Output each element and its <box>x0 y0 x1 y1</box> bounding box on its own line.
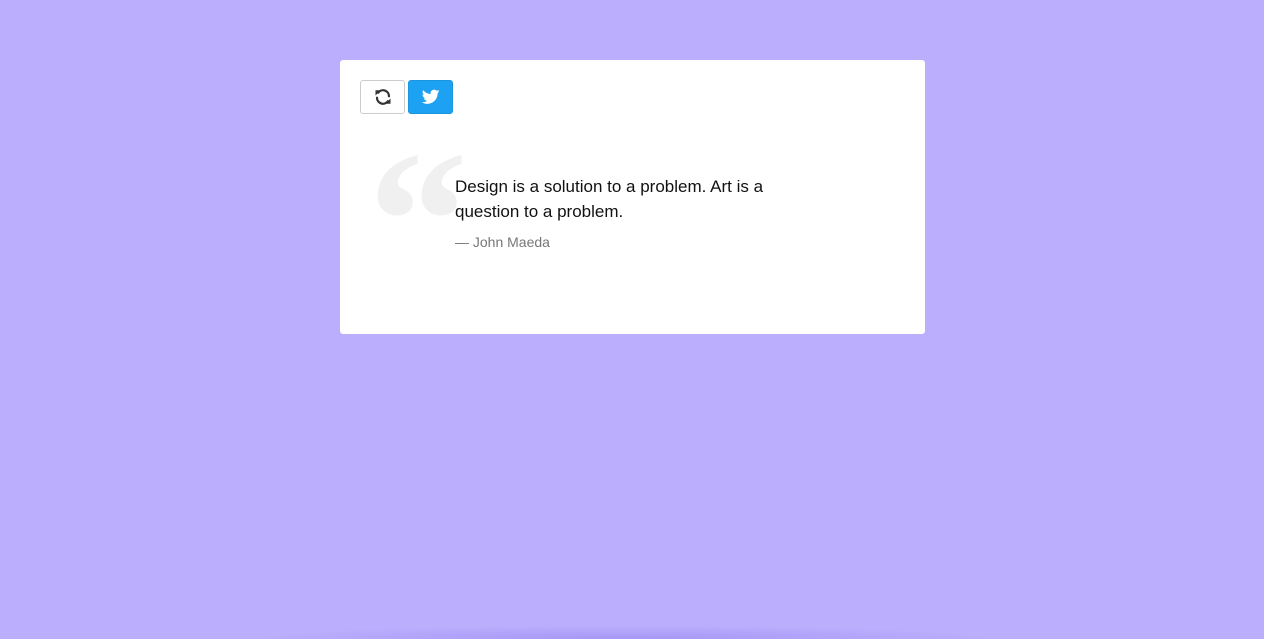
twitter-icon <box>421 89 440 105</box>
quote-card: “ Design is a solution to a problem. Art… <box>340 60 925 334</box>
quote-author: — John Maeda <box>455 234 550 250</box>
refresh-icon <box>374 88 392 106</box>
quote-mark-icon: “ <box>368 111 468 332</box>
new-quote-button[interactable] <box>360 80 405 114</box>
quote-text: Design is a solution to a problem. Art i… <box>455 177 764 221</box>
quote-block: Design is a solution to a problem. Art i… <box>455 174 800 252</box>
bottom-shadow <box>240 625 1010 639</box>
page: “ Design is a solution to a problem. Art… <box>0 0 1264 639</box>
toolbar <box>360 80 453 114</box>
tweet-quote-button[interactable] <box>408 80 453 114</box>
